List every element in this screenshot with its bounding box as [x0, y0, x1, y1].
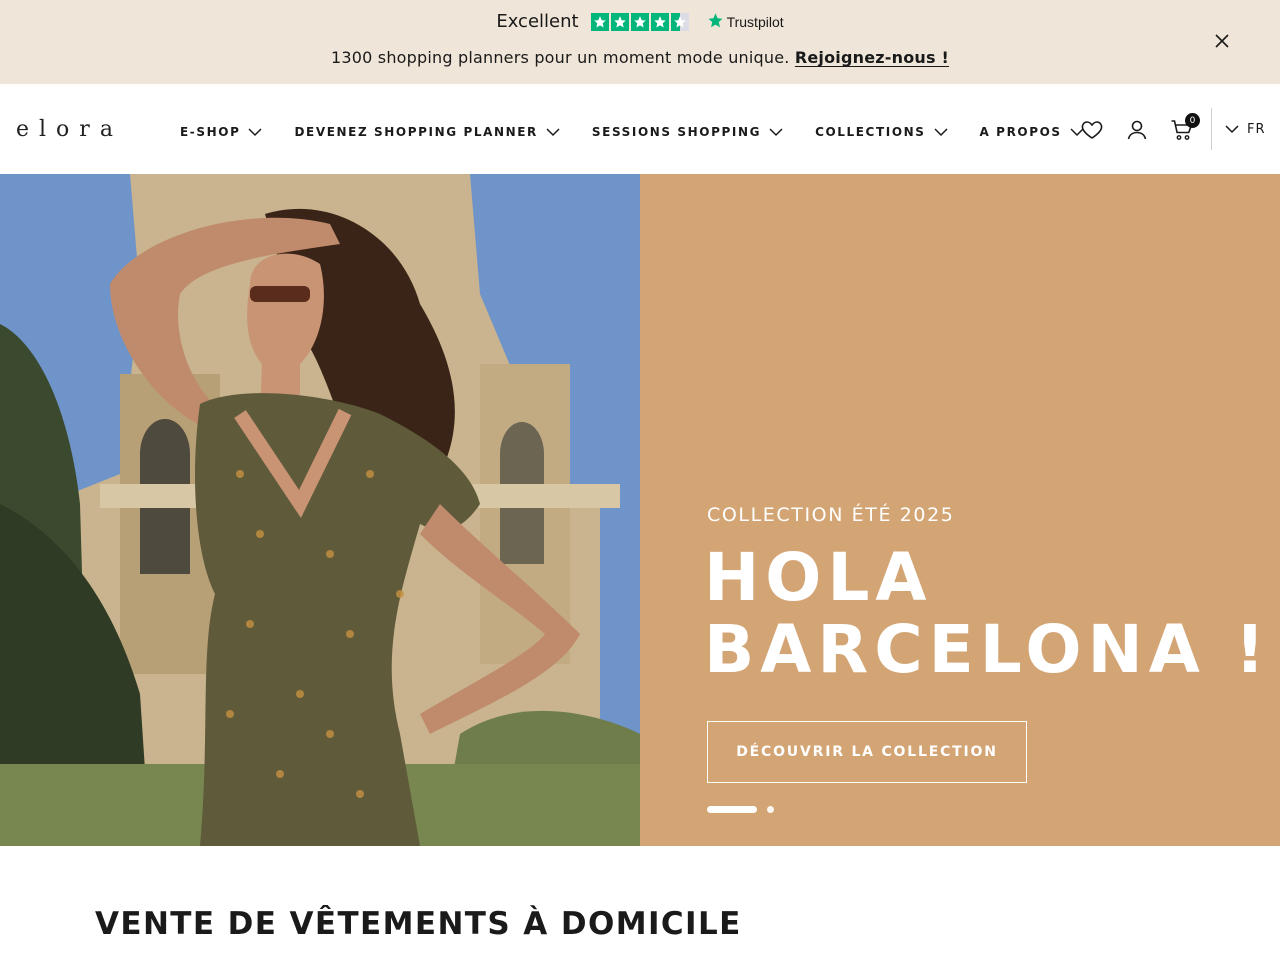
close-icon[interactable]: [1214, 33, 1230, 49]
slider-dot-1[interactable]: [707, 806, 757, 813]
nav-label: E-SHOP: [180, 125, 241, 139]
hero-slider: COLLECTION ÉTÉ 2025 HOLA BARCELONA ! DÉC…: [0, 174, 1280, 846]
slider-dot-2[interactable]: [767, 806, 774, 813]
announcement-text: 1300 shopping planners pour un moment mo…: [0, 48, 1280, 67]
language-selector[interactable]: FR: [1225, 122, 1266, 137]
main-nav: E-SHOP DEVENEZ SHOPPING PLANNER SESSIONS…: [180, 125, 1116, 139]
hero-headline: HOLA BARCELONA !: [704, 542, 1271, 686]
hero-kicker: COLLECTION ÉTÉ 2025: [707, 504, 955, 526]
nav-label: SESSIONS SHOPPING: [591, 125, 762, 139]
trustpilot-stars: [590, 12, 689, 31]
nav-item-eshop[interactable]: E-SHOP: [180, 125, 262, 139]
site-header: elora E-SHOP DEVENEZ SHOPPING PLANNER SE…: [0, 84, 1280, 174]
trustpilot-brand: Trustpilot: [726, 13, 784, 30]
nav-item-shopping-planner[interactable]: DEVENEZ SHOPPING PLANNER: [294, 125, 560, 139]
header-actions: 0: [1080, 113, 1200, 142]
announcement-bar: Excellent Trustpilot 1300 shopping plann…: [0, 0, 1280, 84]
nav-label: A PROPOS: [979, 125, 1062, 139]
trustpilot-widget[interactable]: Excellent Trustpilot: [0, 11, 1280, 32]
nav-item-sessions-shopping[interactable]: SESSIONS SHOPPING: [592, 125, 783, 139]
cta-label: DÉCOUVRIR LA COLLECTION: [736, 744, 998, 760]
nav-item-collections[interactable]: COLLECTIONS: [815, 125, 948, 139]
nav-label: COLLECTIONS: [815, 125, 926, 139]
hero-text-panel: COLLECTION ÉTÉ 2025 HOLA BARCELONA ! DÉC…: [640, 174, 1280, 846]
star-icon: [630, 12, 649, 31]
nav-item-a-propos[interactable]: A PROPOS: [980, 125, 1084, 139]
chevron-down-icon: [933, 127, 948, 136]
chevron-down-icon: [769, 127, 783, 136]
join-us-link[interactable]: Rejoignez-nous !: [795, 48, 949, 67]
user-account-icon[interactable]: [1125, 118, 1149, 142]
announcement-message: 1300 shopping planners pour un moment mo…: [330, 48, 790, 67]
trustpilot-logo: Trustpilot: [707, 12, 784, 32]
star-icon: [590, 12, 609, 31]
trustpilot-star-icon: [707, 12, 724, 32]
cart-count-badge: 0: [1185, 113, 1200, 128]
hero-headline-line-2: BARCELONA !: [704, 611, 1271, 688]
half-star-icon: [670, 12, 689, 31]
chevron-down-icon: [248, 127, 262, 136]
star-icon: [650, 12, 669, 31]
section-title: VENTE DE VÊTEMENTS À DOMICILE: [95, 906, 742, 942]
language-code: FR: [1247, 122, 1266, 137]
hero-headline-line-1: HOLA: [704, 539, 933, 616]
cart-icon[interactable]: 0: [1170, 113, 1200, 142]
elora-logo[interactable]: elora: [16, 117, 123, 142]
slider-pagination: [707, 806, 774, 813]
chevron-down-icon: [1225, 125, 1239, 134]
header-divider: [1211, 108, 1212, 150]
star-icon: [610, 12, 629, 31]
heart-icon[interactable]: [1080, 118, 1104, 142]
discover-collection-button[interactable]: DÉCOUVRIR LA COLLECTION: [707, 721, 1027, 783]
hero-image: [0, 174, 640, 846]
chevron-down-icon: [546, 127, 560, 136]
nav-label: DEVENEZ SHOPPING PLANNER: [294, 125, 538, 139]
trustpilot-rating-label: Excellent: [496, 11, 579, 32]
